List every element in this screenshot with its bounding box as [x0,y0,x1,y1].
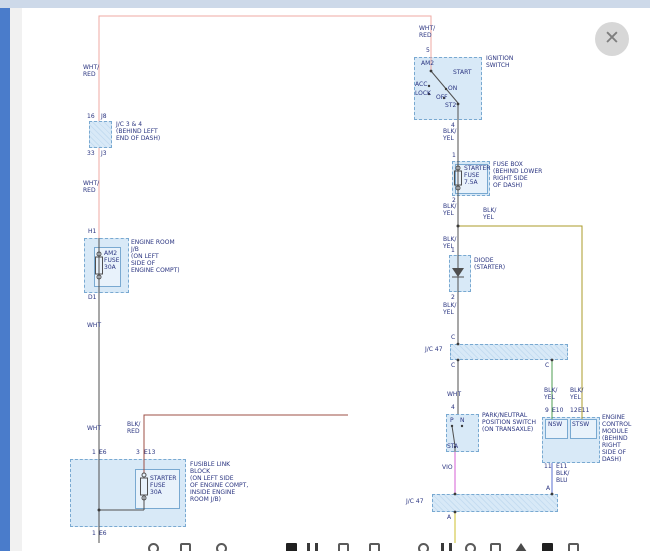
toolbar-icon[interactable] [286,543,297,551]
jc34-label: J/C 3 & 4 (BEHIND LEFT END OF DASH) [116,121,160,142]
pin-label: D1 [88,294,96,301]
close-button[interactable]: ✕ [595,22,629,56]
pin-label: A [546,485,550,492]
wire-label-blk-yel-ecm-left: BLK/ YEL [544,387,557,401]
starter-fuse-30a-label: STARTER FUSE 30A [150,475,176,496]
toolbar-icon[interactable] [568,543,579,551]
wire-label-blk-yel-2: BLK/ YEL [443,203,456,217]
wire-label-vio: VIO [442,464,453,471]
toolbar-icon[interactable] [148,543,159,551]
ecm-label: ENGINE CONTROL MODULE (BEHIND RIGHT SIDE… [602,414,631,464]
terminal-st2: ST2 [445,102,456,109]
top-window-strip [0,0,650,8]
pn-switch-label: PARK/NEUTRAL POSITION SWITCH (ON TRANSAX… [482,412,536,433]
toolbar-icon[interactable] [441,543,452,551]
wire-label-wht-red-2: WHT/ RED [83,180,99,194]
pin-label: 4 [451,404,455,411]
diode-symbol [452,268,464,277]
wire-label-blk-red: BLK/ RED [127,421,140,435]
jc47-lower-label: J/C 47 [406,498,424,505]
terminal-n: N [460,417,465,424]
wire-label-wht-1: WHT [87,322,101,329]
pin-label: A [447,514,451,521]
terminal-p: P [450,417,454,424]
pin-label: C [451,362,455,369]
pin-label: 12 [570,407,578,414]
pin-label: H1 [88,228,96,235]
terminal-on: ON [448,85,457,92]
wire-label-wht-red-top: WHT/ RED [419,25,435,39]
wiring-svg [0,0,650,551]
close-icon: ✕ [604,27,620,49]
pin-label: 1 [92,530,96,537]
wire-label-blk-yel-1: BLK/ YEL [443,128,456,142]
toolbar-icon[interactable] [542,543,553,551]
wire-wht-red-top [99,16,431,121]
jc47-upper-label: J/C 47 [425,346,443,353]
wire-label-blk-blu: BLK/ BLU [556,470,569,484]
terminal-start: START [453,69,472,76]
pin-label: 2 [451,294,455,301]
pin-label: 11 [544,463,552,470]
toolbar-icon[interactable] [515,543,527,551]
am2-fuse-label: AM2 FUSE 30A [104,250,119,271]
wire-label-wht-right: WHT [447,391,461,398]
terminal-sta: STA [447,443,458,450]
junction-dots [98,70,554,514]
engine-jb-label: ENGINE ROOM J/B (ON LEFT SIDE OF ENGINE … [131,239,180,274]
toolbar-icon[interactable] [307,543,318,551]
window-edge-strip [0,8,10,551]
pin-label: J3 [101,150,107,157]
wire-label-blk-yel-4: BLK/ YEL [443,302,456,316]
terminal-acc: ACC [415,81,427,88]
ignition-switch-label: IGNITION SWITCH [486,55,513,69]
terminal-nsw: NSW [548,421,562,428]
terminal-lock: LOCK [415,90,431,97]
pin-label: 3 [136,449,140,456]
pin-label: C [545,362,549,369]
pin-label: E6 [99,530,107,537]
terminal-stsw: STSW [572,421,589,428]
diode-label: DIODE (STARTER) [474,257,505,271]
pin-label: E11 [578,407,589,414]
pin-label: E6 [99,449,107,456]
toolbar-icon[interactable] [180,543,191,551]
wire-label-wht-red-1: WHT/ RED [83,64,99,78]
pin-label: C [451,334,455,341]
pin-label: E13 [144,449,155,456]
pin-label: 1 [451,247,455,254]
viewer-canvas: ✕ [0,0,650,551]
pin-label: 9 [545,407,549,414]
starter-fuse-75a-label: STARTER FUSE 7.5A [464,165,490,186]
fuse-box-label: FUSE BOX (BEHIND LOWER RIGHT SIDE OF DAS… [493,161,542,189]
wire-label-wht-2: WHT [87,425,101,432]
toolbar-icon[interactable] [490,543,501,551]
toolbar-icon[interactable] [216,543,227,551]
pin-label: 1 [452,152,456,159]
terminal-off: OFF [436,94,448,101]
pin-label: E10 [552,407,563,414]
pin-label: 16 [87,113,95,120]
pin-label: J8 [101,113,107,120]
toolbar-icon[interactable] [418,543,429,551]
wire-blk-yel-branch [458,226,582,419]
pin-label: 1 [92,449,96,456]
toolbar-icon[interactable] [369,543,380,551]
wire-label-blk-yel-ecm-right: BLK/ YEL [570,387,583,401]
pin-label: 5 [426,47,430,54]
pin-label: 33 [87,150,95,157]
toolbar-icon[interactable] [338,543,349,551]
terminal-am2: AM2 [421,60,434,67]
wire-label-blk-yel-branch: BLK/ YEL [483,207,496,221]
fusible-link-label: FUSIBLE LINK BLOCK (ON LEFT SIDE OF ENGI… [190,461,248,503]
toolbar-icon[interactable] [465,543,476,551]
